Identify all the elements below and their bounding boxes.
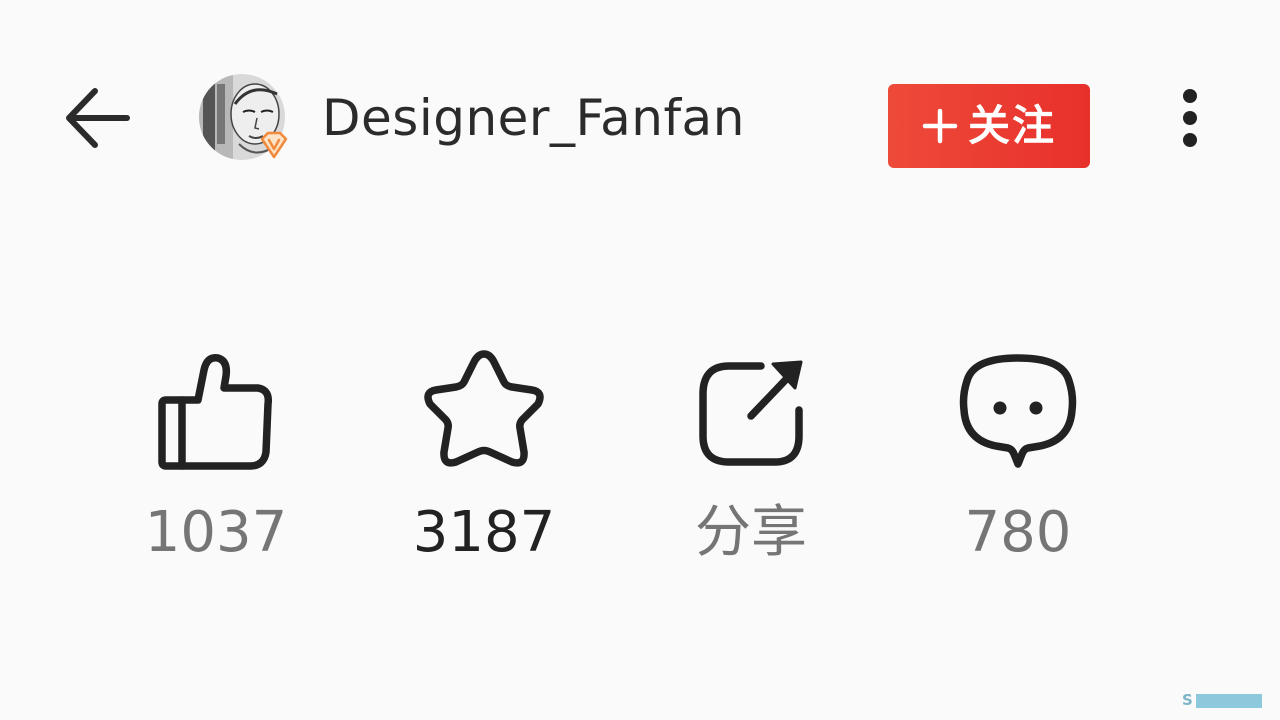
post-detail-screen: Designer_Fanfan 关注 1037 3187 分享 780 S: [0, 0, 1280, 720]
comment-count: 780: [964, 500, 1072, 565]
more-button[interactable]: [1166, 82, 1214, 154]
like-action[interactable]: 1037: [116, 340, 316, 570]
favorite-count: 3187: [412, 500, 556, 565]
back-button[interactable]: [56, 80, 136, 156]
plus-icon: [922, 108, 958, 144]
more-vertical-icon: [1183, 89, 1197, 147]
follow-label: 关注: [967, 101, 1056, 150]
back-arrow-icon: [66, 88, 130, 148]
comment-icon: [959, 354, 1077, 468]
username[interactable]: Designer_Fanfan: [322, 88, 745, 148]
share-icon: [699, 360, 803, 466]
watermark: S: [1182, 691, 1194, 709]
vip-badge-icon: [259, 130, 289, 160]
avatar[interactable]: [199, 74, 288, 160]
like-count: 1037: [144, 500, 288, 565]
comment-action[interactable]: 780: [918, 340, 1118, 570]
follow-button[interactable]: 关注: [888, 84, 1090, 168]
share-label: 分享: [695, 500, 807, 565]
thumbs-up-icon: [158, 354, 273, 470]
star-icon: [424, 350, 544, 467]
watermark-bar: [1196, 694, 1262, 708]
favorite-action[interactable]: 3187: [384, 340, 584, 570]
share-action[interactable]: 分享: [651, 340, 851, 570]
